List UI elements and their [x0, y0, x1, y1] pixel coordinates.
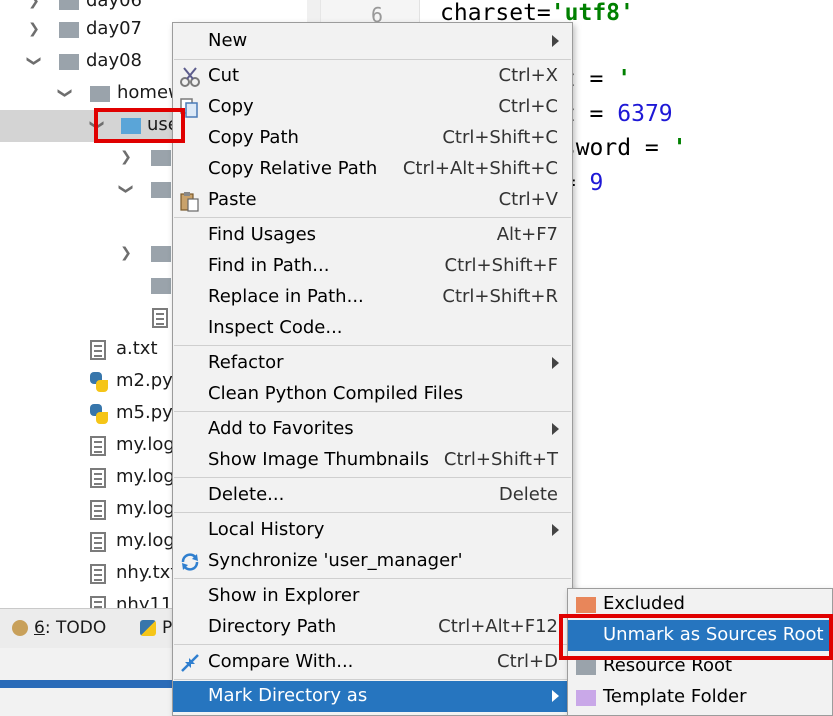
menu-item-replace-in-path[interactable]: Replace in Path... Ctrl+Shift+R: [173, 282, 572, 313]
chevron-down-icon[interactable]: ❯: [26, 53, 42, 69]
text-file-icon: [90, 340, 106, 360]
menu-separator: [174, 578, 571, 579]
compare-icon: [179, 652, 201, 674]
annotation-highlight-box: [94, 108, 185, 143]
folder-icon: [59, 22, 79, 38]
chevron-right-icon[interactable]: ❯: [118, 245, 134, 261]
context-menu: New Cut Ctrl+X Copy Ctrl+C Copy Path Ctr…: [172, 22, 573, 716]
menu-item-show-image-thumbnails[interactable]: Show Image Thumbnails Ctrl+Shift+T: [173, 445, 572, 476]
sync-icon: [179, 551, 201, 573]
resource-folder-icon: [576, 659, 596, 675]
folder-icon: [59, 0, 79, 10]
menu-item-compare-with[interactable]: Compare With... Ctrl+D: [173, 647, 572, 678]
chevron-down-icon[interactable]: ❯: [118, 181, 134, 197]
paste-icon: [179, 190, 201, 212]
menu-item-synchronize[interactable]: Synchronize 'user_manager': [173, 546, 572, 577]
menu-separator: [174, 345, 571, 346]
menu-item-show-in-explorer[interactable]: Show in Explorer: [173, 581, 572, 612]
text-file-icon: [90, 596, 106, 608]
menu-item-copy-path[interactable]: Copy Path Ctrl+Shift+C: [173, 123, 572, 154]
menu-item-directory-path[interactable]: Directory Path Ctrl+Alt+F12: [173, 612, 572, 643]
menu-item-add-to-favorites[interactable]: Add to Favorites: [173, 414, 572, 445]
folder-icon: [90, 86, 110, 102]
python-file-icon: [90, 372, 108, 392]
python-icon: [140, 620, 156, 636]
menu-item-find-in-path[interactable]: Find in Path... Ctrl+Shift+F: [173, 251, 572, 282]
folder-icon: [151, 246, 171, 262]
menu-item-copy[interactable]: Copy Ctrl+C: [173, 92, 572, 123]
folder-icon: [151, 278, 171, 294]
menu-item-new[interactable]: New: [173, 26, 572, 57]
excluded-folder-icon: [576, 597, 596, 613]
python-file-icon: [90, 404, 108, 424]
menu-separator: [174, 644, 571, 645]
folder-icon: [59, 54, 79, 70]
text-file-icon: [90, 500, 106, 520]
scissors-icon: [179, 66, 201, 88]
text-file-icon: [90, 532, 106, 552]
text-file-icon: [90, 436, 106, 456]
chevron-right-icon[interactable]: ❯: [26, 0, 42, 9]
annotation-highlight-box: [559, 614, 833, 660]
text-file-icon: [90, 564, 106, 584]
submenu-arrow-icon: [552, 690, 559, 702]
menu-item-mark-directory-as[interactable]: Mark Directory as: [173, 681, 572, 712]
menu-item-local-history[interactable]: Local History: [173, 515, 572, 546]
chevron-down-icon[interactable]: ❯: [57, 85, 73, 101]
menu-item-copy-relative-path[interactable]: Copy Relative Path Ctrl+Alt+Shift+C: [173, 154, 572, 185]
menu-item-paste[interactable]: Paste Ctrl+V: [173, 185, 572, 216]
menu-item-refactor[interactable]: Refactor: [173, 348, 572, 379]
todo-icon: [12, 620, 28, 636]
menu-separator: [174, 411, 571, 412]
menu-separator: [174, 679, 571, 680]
submenu-arrow-icon: [552, 357, 559, 369]
menu-item-clean-python-compiled-files[interactable]: Clean Python Compiled Files: [173, 379, 572, 410]
menu-separator: [174, 477, 571, 478]
submenu-arrow-icon: [552, 524, 559, 536]
todo-tool-button[interactable]: 6: TODO: [12, 618, 106, 638]
template-folder-icon: [576, 690, 596, 706]
menu-item-cut[interactable]: Cut Ctrl+X: [173, 61, 572, 92]
chevron-right-icon[interactable]: ❯: [26, 21, 42, 37]
menu-item-find-usages[interactable]: Find Usages Alt+F7: [173, 220, 572, 251]
submenu-arrow-icon: [552, 35, 559, 47]
menu-separator: [174, 59, 571, 60]
folder-icon: [151, 150, 171, 166]
menu-item-delete[interactable]: Delete... Delete: [173, 480, 572, 511]
menu-separator: [174, 512, 571, 513]
menu-item-inspect-code[interactable]: Inspect Code...: [173, 313, 572, 344]
folder-icon: [151, 182, 171, 198]
submenu-arrow-icon: [552, 423, 559, 435]
text-file-icon: [152, 308, 168, 328]
chevron-right-icon[interactable]: ❯: [118, 149, 134, 165]
submenu-item-template-folder[interactable]: Template Folder: [568, 682, 832, 713]
python-console-tool-button[interactable]: P: [140, 618, 172, 638]
text-file-icon: [90, 468, 106, 488]
menu-separator: [174, 217, 571, 218]
